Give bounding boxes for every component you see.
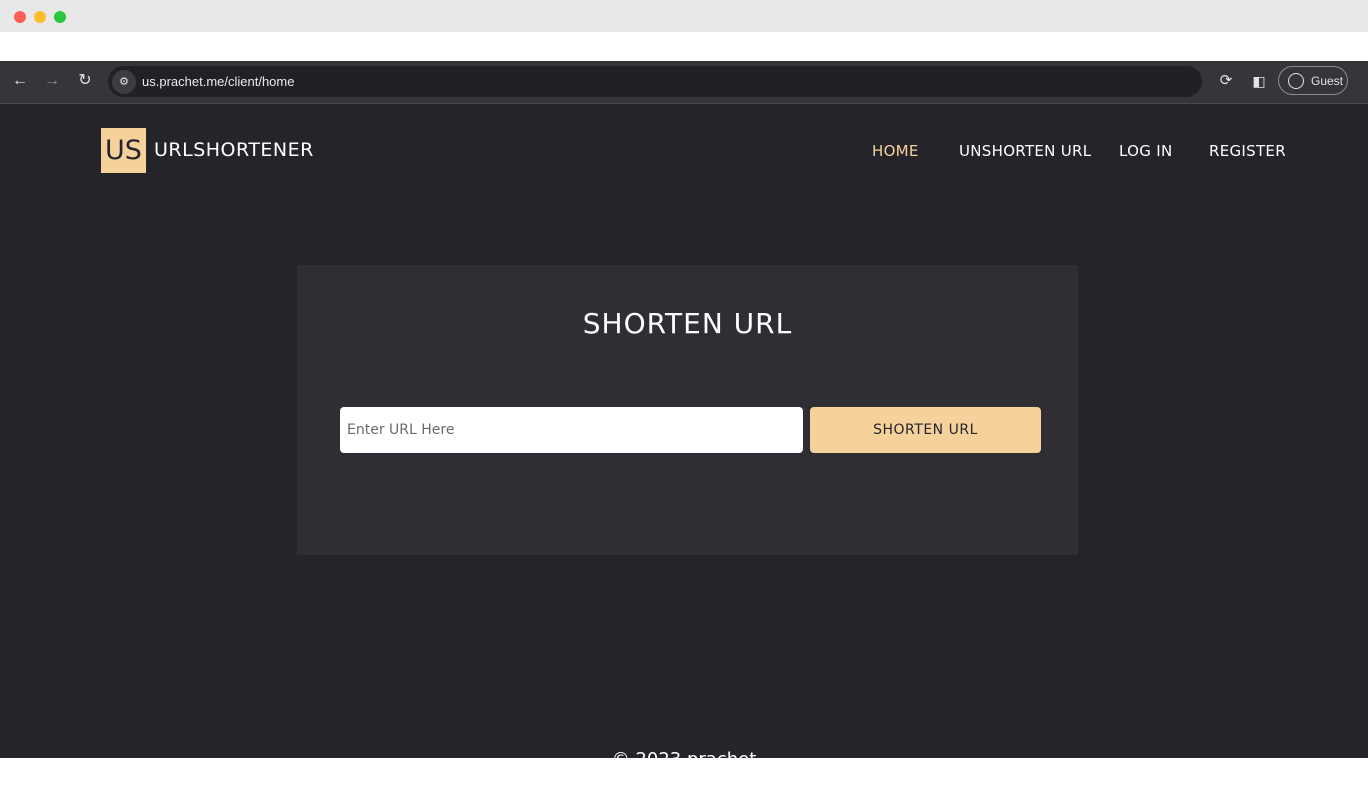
address-bar[interactable]: ⚙ us.prachet.me/client/home [108,66,1202,97]
maximize-window-icon[interactable] [54,11,66,23]
profile-label: Guest [1311,74,1344,88]
nav-register-link[interactable]: REGISTER [1209,142,1286,160]
brand-name[interactable]: URLSHORTENER [154,139,314,161]
footer-copyright: © 2023 prachet [0,749,1368,758]
minimize-window-icon[interactable] [34,11,46,23]
browser-toolbar: ← → ↻ ⚙ us.prachet.me/client/home ⟳ ◧ Gu… [0,61,1368,104]
close-window-icon[interactable] [14,11,26,23]
profile-button[interactable]: Guest [1278,66,1348,95]
page-viewport: US URLSHORTENER HOME UNSHORTEN URL LOG I… [0,104,1368,758]
logo-mark[interactable]: US [101,128,146,173]
nav-unshorten-url-link[interactable]: UNSHORTEN URL [959,142,1091,160]
window-titlebar [0,0,1368,32]
shorten-url-card: SHORTEN URL SHORTEN URL [297,265,1078,555]
tab-strip [0,32,1368,61]
card-title: SHORTEN URL [582,307,793,340]
nav-log-in-link[interactable]: LOG IN [1119,142,1172,160]
profile-avatar-icon [1288,73,1304,89]
address-bar-url[interactable]: us.prachet.me/client/home [142,74,294,89]
shorten-url-button[interactable]: SHORTEN URL [810,407,1041,453]
site-settings-icon[interactable]: ⚙ [112,70,136,94]
side-panel-icon[interactable]: ◧ [1248,70,1270,92]
forward-arrow-icon[interactable]: → [41,70,63,92]
back-arrow-icon[interactable]: ← [9,70,31,92]
extensions-icon[interactable]: ⟳ [1215,70,1237,92]
url-input[interactable] [340,407,803,453]
reload-icon[interactable]: ↻ [74,70,96,92]
nav-home-link[interactable]: HOME [872,142,919,160]
